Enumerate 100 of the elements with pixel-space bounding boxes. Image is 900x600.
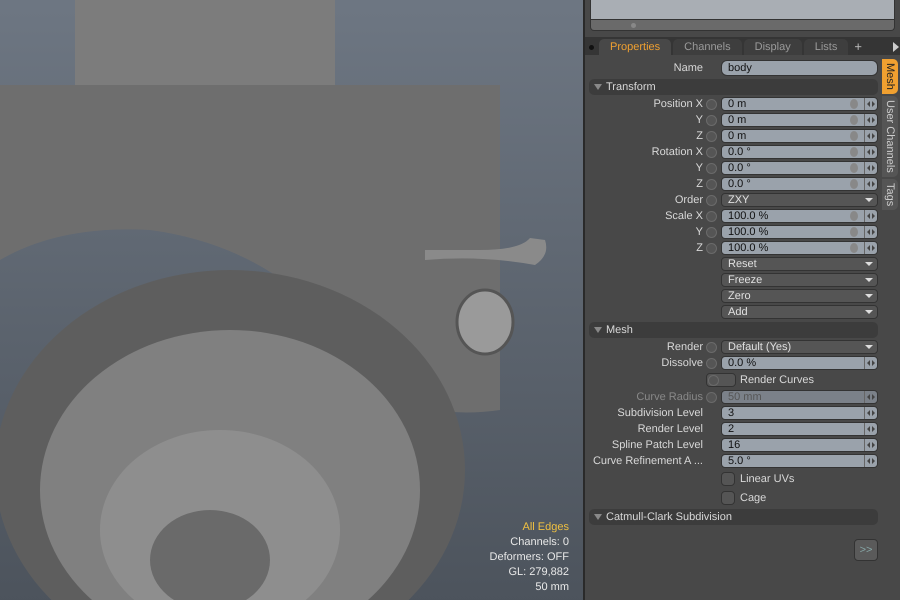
tab[interactable]: Channels — [673, 39, 742, 55]
field-label: Curve Refinement A ... — [592, 455, 704, 467]
checkbox[interactable] — [721, 490, 735, 504]
viewport-info-text: Channels: 0 — [510, 535, 569, 549]
stepper-arrows-icon[interactable] — [864, 455, 877, 467]
field-label: Y — [694, 226, 704, 238]
field-label: Z — [695, 178, 704, 190]
value-field[interactable]: 0 m — [721, 113, 878, 127]
field-label: Y — [694, 114, 704, 126]
name-field[interactable]: body — [721, 60, 878, 76]
stepper-arrows-icon[interactable] — [864, 439, 877, 451]
stepper-arrows-icon[interactable] — [864, 226, 877, 238]
animate-toggle-icon[interactable] — [706, 358, 717, 368]
menu-button[interactable]: Zero — [721, 289, 878, 303]
stepper-arrows-icon[interactable] — [864, 162, 877, 174]
field-label: Spline Patch Level — [610, 439, 704, 451]
value-field[interactable]: 0 m — [721, 129, 878, 143]
caret-icon — [863, 292, 875, 300]
scroll-right-icon[interactable] — [893, 42, 899, 52]
panel-menu-icon[interactable] — [589, 45, 594, 50]
animate-toggle-icon[interactable] — [706, 146, 717, 158]
tab[interactable]: Properties — [599, 39, 672, 55]
section-header[interactable]: Catmull-Clark Subdivision — [589, 509, 878, 525]
dropdown[interactable]: Default (Yes) — [721, 340, 878, 354]
toggle-switch[interactable] — [706, 373, 736, 387]
value-field[interactable]: 0.0 ° — [721, 177, 878, 191]
add-tab-button[interactable]: + — [850, 39, 866, 55]
animate-toggle-icon[interactable] — [706, 98, 717, 110]
menu-button[interactable]: Reset — [721, 257, 878, 271]
field-label: Dissolve — [660, 357, 704, 369]
stepper-arrows-icon[interactable] — [864, 407, 877, 419]
viewport-info-text: Deformers: OFF — [490, 550, 569, 564]
viewport-info-text: All Edges — [522, 520, 569, 534]
caret-icon — [863, 308, 875, 316]
stepper-arrows-icon[interactable] — [864, 210, 877, 222]
caret-icon — [863, 196, 875, 204]
field-label: Scale X — [664, 210, 704, 222]
value-field[interactable]: 0.0 % — [721, 356, 878, 370]
stepper-arrows-icon[interactable] — [864, 178, 877, 190]
field-label: Subdivision Level — [616, 407, 704, 419]
value-field[interactable]: 0.0 ° — [721, 145, 878, 159]
viewport-info-text: GL: 279,882 — [508, 565, 569, 579]
stepper-arrows-icon[interactable] — [864, 130, 877, 142]
side-tab[interactable]: User Channels — [882, 96, 898, 177]
field-label: Y — [694, 162, 704, 174]
tab[interactable]: Display — [744, 39, 802, 55]
timeline-area[interactable] — [591, 0, 894, 20]
stepper-arrows-icon[interactable] — [864, 98, 877, 110]
value-field[interactable]: 0 m — [721, 97, 878, 111]
animate-toggle-icon[interactable] — [706, 392, 717, 402]
stepper-arrows-icon[interactable] — [864, 242, 877, 254]
section-title: Mesh — [606, 324, 633, 336]
animate-toggle-icon[interactable] — [706, 226, 717, 238]
caret-icon — [863, 276, 875, 284]
value-field[interactable]: 100.0 % — [721, 241, 878, 255]
field-label: Z — [695, 242, 704, 254]
stepper-arrows-icon[interactable] — [864, 423, 877, 435]
toggle-label: Render Curves — [740, 374, 814, 386]
field-label: Position X — [652, 98, 704, 110]
animate-toggle-icon[interactable] — [706, 194, 717, 206]
animate-toggle-icon[interactable] — [706, 242, 717, 254]
animate-toggle-icon[interactable] — [706, 178, 717, 190]
tab[interactable]: Lists — [804, 39, 848, 55]
section-header[interactable]: Transform — [589, 79, 878, 95]
stepper-arrows-icon[interactable] — [864, 357, 877, 369]
checkbox-label: Linear UVs — [740, 472, 794, 484]
field-label: Curve Radius — [635, 391, 704, 403]
value-field[interactable]: 0.0 ° — [721, 161, 878, 175]
value-field[interactable]: 16 — [721, 438, 878, 452]
animate-toggle-icon[interactable] — [706, 162, 717, 174]
animate-toggle-icon[interactable] — [706, 114, 717, 126]
value-field[interactable]: 5.0 ° — [721, 454, 878, 468]
field-label: Z — [695, 130, 704, 142]
handle-icon[interactable] — [631, 22, 636, 28]
animate-toggle-icon[interactable] — [706, 342, 717, 352]
stepper-arrows-icon[interactable] — [864, 114, 877, 126]
field-label: Render Level — [636, 423, 704, 435]
field-label: Render — [666, 341, 704, 353]
stepper-arrows-icon[interactable] — [864, 146, 877, 158]
value-field[interactable]: 100.0 % — [721, 209, 878, 223]
value-field[interactable]: 3 — [721, 406, 878, 420]
viewport-info-text: 50 mm — [535, 580, 569, 594]
field-label: Order — [674, 194, 704, 206]
menu-button[interactable]: Freeze — [721, 273, 878, 287]
section-title: Transform — [606, 81, 656, 93]
caret-icon — [863, 343, 875, 351]
section-header[interactable]: Mesh — [589, 322, 878, 338]
menu-button[interactable]: Add — [721, 305, 878, 319]
checkbox[interactable] — [721, 472, 735, 486]
side-tab[interactable]: Mesh — [882, 59, 898, 94]
value-field[interactable]: 100.0 % — [721, 225, 878, 239]
side-tab[interactable]: Tags — [882, 178, 898, 210]
animate-toggle-icon[interactable] — [706, 210, 717, 222]
animate-toggle-icon[interactable] — [706, 130, 717, 142]
value-field[interactable]: 2 — [721, 422, 878, 436]
dropdown[interactable]: ZXY — [721, 193, 878, 207]
field-label: Rotation X — [650, 146, 704, 158]
caret-icon — [863, 260, 875, 268]
checkbox-label: Cage — [740, 492, 766, 504]
section-title: Catmull-Clark Subdivision — [606, 511, 732, 523]
